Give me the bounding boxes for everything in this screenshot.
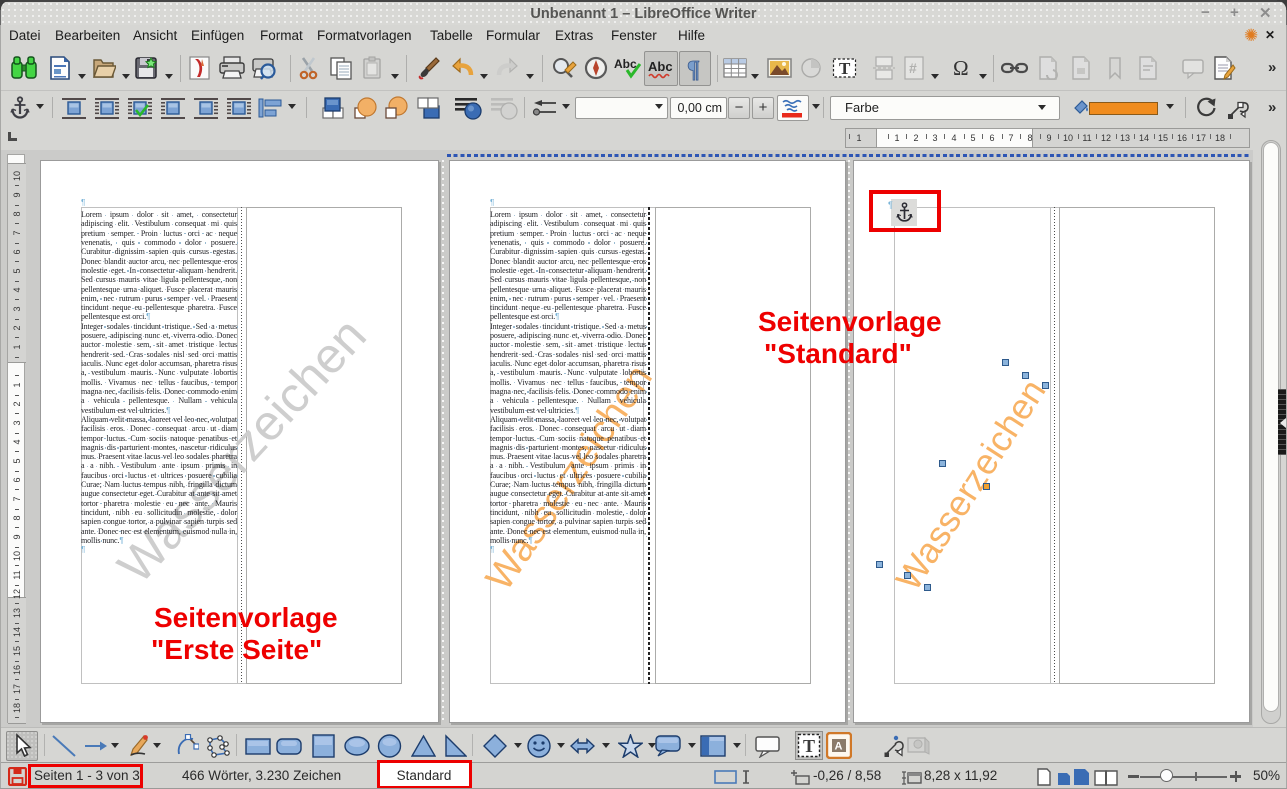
svg-text:Wasserzeichen: Wasserzeichen — [888, 372, 1053, 597]
svg-text:#: # — [909, 60, 917, 76]
svg-text:Abc: Abc — [648, 59, 673, 74]
svg-text:T: T — [839, 59, 851, 78]
svg-text:T: T — [803, 736, 815, 756]
svg-text:Abc: Abc — [614, 57, 637, 71]
svg-text:Ω: Ω — [953, 56, 969, 80]
svg-text:A: A — [835, 741, 843, 753]
svg-text:¶: ¶ — [687, 57, 700, 82]
